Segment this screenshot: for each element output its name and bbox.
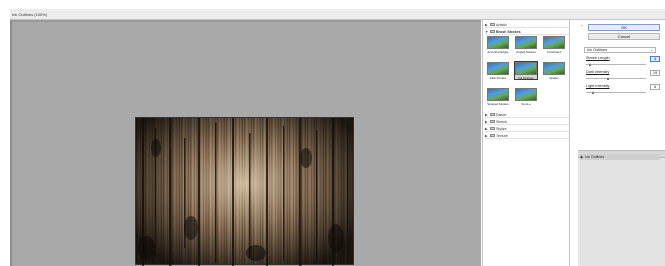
slider-knob[interactable]: [607, 77, 610, 80]
folder-brush-strokes[interactable]: ▼ Brush Strokes: [485, 29, 569, 35]
thumb-crosshatch[interactable]: Crosshatch: [543, 36, 565, 54]
thumb-label: Sumi-e: [521, 101, 531, 106]
expand-arrow-icon: ▶: [485, 126, 488, 131]
folder-label: Artistic: [496, 22, 507, 27]
folder-icon: [490, 23, 495, 26]
thumb-label: Accented Edges: [487, 49, 509, 54]
thumb-ink-outlines[interactable]: Ink Outlines: [514, 61, 538, 80]
eye-icon[interactable]: ◉: [580, 155, 583, 159]
folder-icon: [490, 134, 495, 137]
slider-knob[interactable]: [589, 63, 592, 66]
thumb-accented-edges[interactable]: Accented Edges: [487, 36, 509, 54]
preview-area[interactable]: [10, 20, 481, 266]
title-bar: Ink Outlines (100%): [10, 9, 665, 20]
thumb-image: [515, 36, 537, 49]
param-label: Dark Intensity: [586, 70, 610, 74]
filter-select-value: Ink Outlines: [587, 48, 608, 52]
thumb-image: [543, 62, 565, 75]
effect-layers-header: ◉ Ink Outlines: [578, 151, 665, 160]
expand-arrow-icon: ▶: [485, 112, 488, 117]
thumb-image: [487, 88, 509, 101]
collapse-arrow-icon: ▼: [485, 29, 489, 34]
thumb-label: Angled Strokes: [516, 49, 536, 54]
thumb-image: [543, 36, 565, 49]
folder-icon: [490, 120, 495, 123]
slider-knob[interactable]: [591, 91, 594, 94]
expand-arrow-icon: ▶: [485, 133, 488, 138]
settings-panel: ⌃ OK Cancel Ink Outlines ⌄ Stroke Length…: [570, 20, 665, 266]
folder-icon: [490, 30, 495, 33]
preview-left-edge: [10, 20, 12, 266]
folder-icon: [490, 113, 495, 116]
folder-distort[interactable]: ▶ Distort: [485, 112, 569, 118]
thumb-angled-strokes[interactable]: Angled Strokes: [515, 36, 537, 54]
thumb-label: Crosshatch: [546, 49, 562, 54]
thumb-image: [487, 62, 509, 75]
param-label: Stroke Length: [586, 56, 610, 60]
thumb-spatter[interactable]: Spatter: [543, 62, 565, 80]
thumb-label: Ink Outlines: [518, 75, 534, 80]
ink-texture-overlay: [137, 118, 349, 266]
folder-icon: [490, 127, 495, 130]
filter-select[interactable]: Ink Outlines ⌄: [584, 47, 656, 53]
thumb-image: [487, 36, 509, 49]
thumb-sprayed-strokes[interactable]: Sprayed Strokes: [487, 88, 509, 106]
window-title: Ink Outlines (100%): [12, 12, 48, 17]
effect-layer-label: Ink Outlines: [585, 155, 605, 159]
chevron-down-icon: ⌄: [650, 48, 653, 52]
ok-button[interactable]: OK: [588, 24, 660, 31]
folder-label: Distort: [496, 112, 507, 117]
thumb-dark-strokes[interactable]: Dark Strokes: [487, 62, 509, 80]
folder-label: Sketch: [496, 119, 507, 124]
slider-track[interactable]: [586, 64, 646, 65]
preview-top-edge: [10, 20, 481, 22]
thumb-label: Dark Strokes: [489, 75, 507, 80]
param-value-input[interactable]: 19: [650, 70, 660, 76]
cancel-button[interactable]: Cancel: [588, 33, 660, 40]
thumb-image: [515, 88, 537, 101]
param-light-intensity: Light Intensity 6: [586, 84, 662, 98]
effect-layers-panel: ◉ Ink Outlines: [578, 150, 665, 266]
param-label: Light Intensity: [586, 84, 610, 88]
folder-label: Brush Strokes: [496, 29, 521, 34]
param-value-input[interactable]: 4: [650, 56, 660, 62]
effect-layer-row[interactable]: ◉ Ink Outlines: [580, 154, 660, 160]
thumb-sumi-e[interactable]: Sumi-e: [515, 88, 537, 106]
thumb-image: [515, 62, 537, 75]
slider-track[interactable]: [586, 92, 646, 93]
param-value-input[interactable]: 6: [650, 84, 660, 90]
collapse-gallery-icon[interactable]: ⌃: [580, 24, 585, 29]
thumb-label: Sprayed Strokes: [487, 101, 509, 106]
filter-gallery: ▶ Artistic ▼ Brush Strokes Accented Edge…: [482, 20, 570, 266]
folder-sketch[interactable]: ▶ Sketch: [485, 119, 569, 125]
param-stroke-length: Stroke Length 4: [586, 56, 662, 70]
folder-stylize[interactable]: ▶ Stylize: [485, 126, 569, 132]
expand-arrow-icon: ▶: [485, 119, 488, 124]
folder-label: Texture: [496, 133, 508, 138]
preview-image[interactable]: [135, 117, 354, 266]
folder-label: Stylize: [496, 126, 507, 131]
folder-artistic[interactable]: ▶ Artistic: [485, 22, 569, 28]
thumb-label: Spatter: [549, 75, 559, 80]
slider-track[interactable]: [586, 78, 646, 79]
folder-texture[interactable]: ▶ Texture: [485, 133, 569, 139]
param-dark-intensity: Dark Intensity 19: [586, 70, 662, 84]
expand-arrow-icon: ▶: [485, 22, 488, 27]
